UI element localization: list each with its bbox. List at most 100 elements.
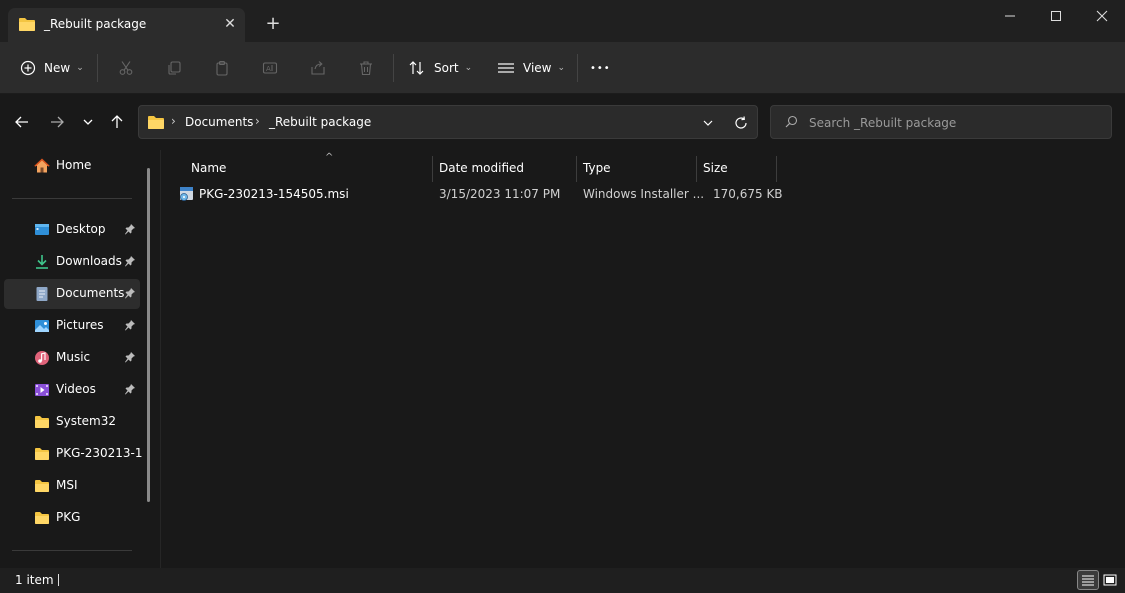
paste-button[interactable] (206, 54, 238, 82)
column-header-label: Type (583, 161, 611, 175)
pin-icon[interactable] (124, 287, 136, 302)
pin-icon[interactable] (124, 383, 136, 398)
msi-file-icon (179, 186, 195, 205)
pin-icon[interactable] (124, 351, 136, 366)
close-icon (1096, 10, 1108, 22)
scissors-icon (110, 54, 142, 82)
sidebar-item-home[interactable]: Home (4, 151, 140, 181)
sidebar-item-pictures[interactable]: Pictures (4, 311, 140, 341)
sort-button[interactable]: Sort ⌄ (408, 54, 472, 82)
column-header-type[interactable]: Type (577, 156, 696, 182)
column-header-label: Date modified (439, 161, 525, 175)
large-icons-view-button[interactable] (1099, 570, 1121, 590)
sidebar-item-label: PKG (56, 510, 81, 524)
sort-label: Sort (434, 61, 459, 75)
refresh-button[interactable] (731, 113, 751, 133)
sidebar-scrollbar[interactable] (147, 168, 150, 502)
pin-icon[interactable] (124, 319, 136, 334)
new-label: New (44, 61, 71, 75)
sidebar-item-label: System32 (56, 414, 117, 428)
sidebar-item-pkg[interactable]: PKG (4, 503, 140, 533)
chevron-down-icon (83, 119, 93, 125)
column-header-name[interactable]: Name ^ (185, 152, 433, 182)
sidebar-item-msi[interactable]: MSI (4, 471, 140, 501)
sidebar-item-pkg-230213-154[interactable]: PKG-230213-154 (4, 439, 142, 469)
forward-button[interactable] (43, 108, 71, 136)
copy-button[interactable] (158, 54, 190, 82)
view-label: View (523, 61, 552, 75)
search-input[interactable] (809, 113, 1099, 133)
cut-button[interactable] (110, 54, 142, 82)
breadcrumb-documents[interactable]: Documents (185, 115, 253, 129)
minimize-button[interactable] (987, 0, 1033, 32)
more-icon: ••• (590, 62, 611, 74)
chevron-down-icon: ⌄ (76, 63, 84, 73)
divider (577, 54, 578, 82)
maximize-icon (1051, 11, 1061, 21)
new-button[interactable]: New ⌄ (20, 54, 84, 82)
share-icon (302, 54, 334, 82)
sidebar-item-downloads[interactable]: Downloads (4, 247, 140, 277)
breadcrumb-rebuilt-package[interactable]: _Rebuilt package (269, 115, 371, 129)
pin-icon[interactable] (124, 255, 136, 270)
pin-icon[interactable] (124, 223, 136, 238)
details-view-icon (1082, 575, 1094, 586)
details-view-button[interactable] (1077, 570, 1099, 590)
new-tab-button[interactable]: + (262, 14, 284, 36)
sidebar-divider (12, 550, 132, 551)
column-header-label: Name (191, 161, 227, 175)
address-bar[interactable]: › Documents › _Rebuilt package (138, 105, 758, 139)
plus-circle-icon (20, 60, 36, 76)
item-count: 1 item (15, 573, 54, 587)
tab-rebuilt-package[interactable]: _Rebuilt package ✕ (8, 8, 245, 42)
recent-locations-button[interactable] (74, 108, 102, 136)
view-button[interactable]: View ⌄ (497, 54, 565, 82)
file-name[interactable]: PKG-230213-154505.msi (199, 187, 349, 201)
file-type: Windows Installer ... (583, 187, 705, 201)
share-button[interactable] (302, 54, 334, 82)
documents-icon (34, 286, 50, 302)
downloads-icon (34, 254, 50, 270)
sidebar-divider (12, 198, 132, 199)
file-list: Name ^ Date modified Type Size PKG-23021… (161, 150, 1125, 568)
breadcrumb-separator: › (255, 114, 260, 128)
arrow-left-icon (15, 116, 28, 128)
breadcrumb-separator: › (171, 114, 176, 128)
table-row[interactable]: PKG-230213-154505.msi 3/15/2023 11:07 PM… (171, 181, 783, 207)
close-tab-button[interactable]: ✕ (220, 14, 240, 34)
pictures-icon (34, 318, 50, 334)
column-header-date-modified[interactable]: Date modified (433, 156, 576, 182)
sidebar-item-desktop[interactable]: Desktop (4, 215, 140, 245)
up-button[interactable] (103, 108, 131, 136)
more-options-button[interactable]: ••• (590, 54, 611, 82)
search-box[interactable] (770, 105, 1112, 139)
sidebar-item-label: MSI (56, 478, 78, 492)
back-button[interactable] (8, 108, 36, 136)
svg-text:A: A (266, 65, 271, 73)
sidebar-item-documents[interactable]: Documents (4, 279, 140, 309)
copy-icon (158, 54, 190, 82)
videos-icon (34, 382, 50, 398)
rename-button[interactable]: A (254, 54, 286, 82)
column-divider[interactable] (776, 156, 777, 182)
folder-icon (18, 16, 36, 35)
arrow-up-icon (111, 115, 123, 128)
folder-icon (147, 114, 165, 133)
arrow-right-icon (51, 116, 64, 128)
address-dropdown-button[interactable] (699, 114, 717, 132)
delete-button[interactable] (350, 54, 382, 82)
sidebar-item-music[interactable]: Music (4, 343, 140, 373)
divider (97, 54, 98, 82)
status-divider (58, 574, 59, 586)
title-bar: _Rebuilt package ✕ + (0, 0, 1125, 48)
sidebar-item-videos[interactable]: Videos (4, 375, 140, 405)
tab-title: _Rebuilt package (44, 17, 147, 31)
column-header-size[interactable]: Size (697, 156, 776, 182)
file-date-modified: 3/15/2023 11:07 PM (439, 187, 561, 201)
maximize-button[interactable] (1033, 0, 1079, 32)
sidebar-item-system32[interactable]: System32 (4, 407, 140, 437)
trash-icon (350, 54, 382, 82)
folder-icon (34, 446, 50, 462)
navigation-pane: Home Desktop Downloads Documents Picture… (0, 150, 160, 568)
close-window-button[interactable] (1079, 0, 1125, 32)
